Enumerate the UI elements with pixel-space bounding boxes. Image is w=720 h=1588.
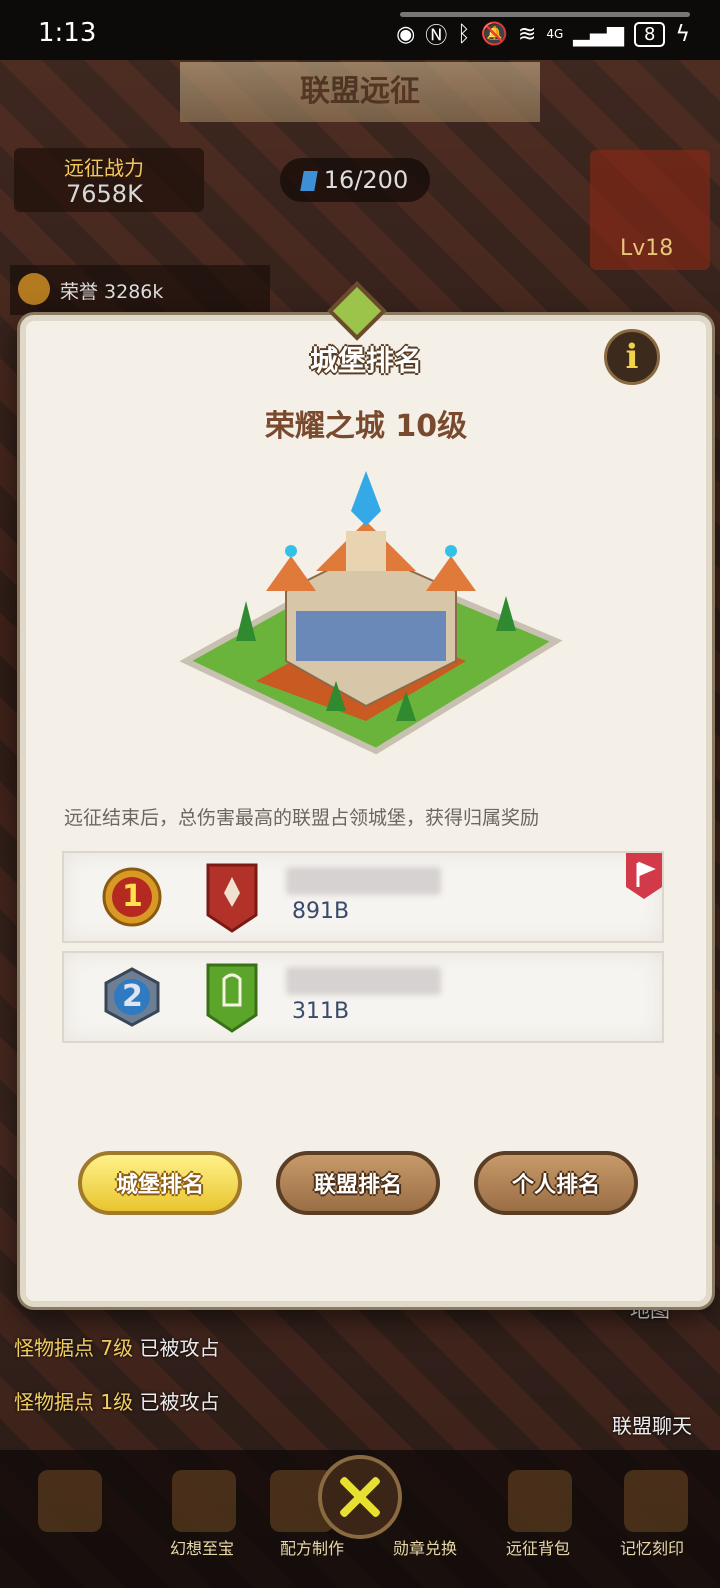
tab-personal-ranking[interactable]: 个人排名	[474, 1151, 638, 1215]
bottom-nav: 幻想至宝 配方制作 勋章兑换 远征背包 记忆刻印	[0, 1450, 720, 1588]
power-label: 远征战力	[64, 156, 144, 180]
close-icon[interactable]	[318, 1455, 402, 1539]
energy-counter: 16/200	[280, 158, 430, 202]
occupy-flag-icon	[626, 853, 662, 899]
mute-icon: 🔕	[480, 21, 508, 47]
alliance-name-redacted	[286, 867, 441, 895]
backpack-icon[interactable]	[508, 1470, 572, 1532]
status-line-2: 怪物据点 1级 已被攻占	[14, 1390, 220, 1414]
bluetooth-icon: ᛒ	[457, 21, 471, 47]
alliance-banner-icon	[206, 863, 258, 933]
energy-value: 16/200	[323, 166, 409, 194]
back-arrow-icon[interactable]	[38, 1470, 102, 1532]
alliance-level-badge[interactable]: Lv18	[590, 150, 710, 270]
signal-icon: ▂▄▆	[573, 21, 625, 47]
honor-icon	[18, 273, 50, 305]
nav-recipe[interactable]: 配方制作	[262, 1535, 362, 1559]
crystal-icon	[300, 171, 318, 191]
nav-memory[interactable]: 记忆刻印	[602, 1535, 702, 1559]
battery-indicator: 8	[634, 21, 666, 47]
nav-backpack[interactable]: 远征背包	[488, 1535, 588, 1559]
status-line-1: 怪物据点 7级 已被攻占	[14, 1336, 220, 1360]
treasure-icon[interactable]	[172, 1470, 236, 1532]
tab-alliance-ranking[interactable]: 联盟排名	[276, 1151, 440, 1215]
status-bar: 1:13 ◉ Ⓝ ᛒ 🔕 ≋ 4G ▂▄▆ 8 ϟ	[0, 0, 720, 60]
wifi-icon: ≋	[517, 21, 537, 47]
charging-icon: ϟ	[675, 21, 690, 47]
tab-castle-ranking[interactable]: 城堡排名	[78, 1151, 242, 1215]
gesture-bar	[400, 12, 690, 17]
nav-medal[interactable]: 勋章兑换	[375, 1535, 475, 1559]
honor-row: 荣誉 3286k	[10, 265, 270, 315]
status-time: 1:13	[38, 18, 97, 48]
nfc-icon: Ⓝ	[425, 24, 448, 49]
honor-label: 荣誉 3286k	[60, 281, 164, 303]
network-type: 4G	[546, 27, 564, 41]
status-icons: ◉ Ⓝ ᛒ 🔕 ≋ 4G ▂▄▆ 8 ϟ	[396, 18, 690, 50]
info-icon[interactable]: i	[604, 329, 660, 385]
expedition-power: 远征战力 7658K	[14, 148, 204, 212]
castle-illustration	[179, 471, 563, 755]
rank-number: 1	[122, 879, 143, 914]
memory-icon[interactable]	[624, 1470, 688, 1532]
expedition-title: 联盟远征	[180, 62, 540, 122]
alliance-banner-icon	[206, 963, 258, 1033]
nav-treasure[interactable]: 幻想至宝	[152, 1535, 252, 1559]
side-chat-button[interactable]: 联盟聊天	[612, 1410, 692, 1439]
castle-ranking-panel: 城堡排名 i 荣耀之城 10级 远征结束后，总伤害最高的联盟占领城堡，获得归属奖…	[20, 315, 712, 1307]
alliance-name-redacted	[286, 967, 441, 995]
castle-description: 远征结束后，总伤害最高的联盟占领城堡，获得归属奖励	[64, 807, 540, 829]
ranking-row[interactable]: 1 891B	[62, 851, 664, 943]
power-value: 7658K	[66, 180, 143, 208]
rank-number: 2	[122, 979, 143, 1014]
level-label: Lv18	[620, 236, 674, 261]
eye-icon: ◉	[396, 21, 416, 47]
ranking-row[interactable]: 2 311B	[62, 951, 664, 1043]
alliance-score: 891B	[292, 899, 350, 924]
castle-name: 荣耀之城 10级	[264, 409, 468, 444]
alliance-score: 311B	[292, 999, 350, 1024]
